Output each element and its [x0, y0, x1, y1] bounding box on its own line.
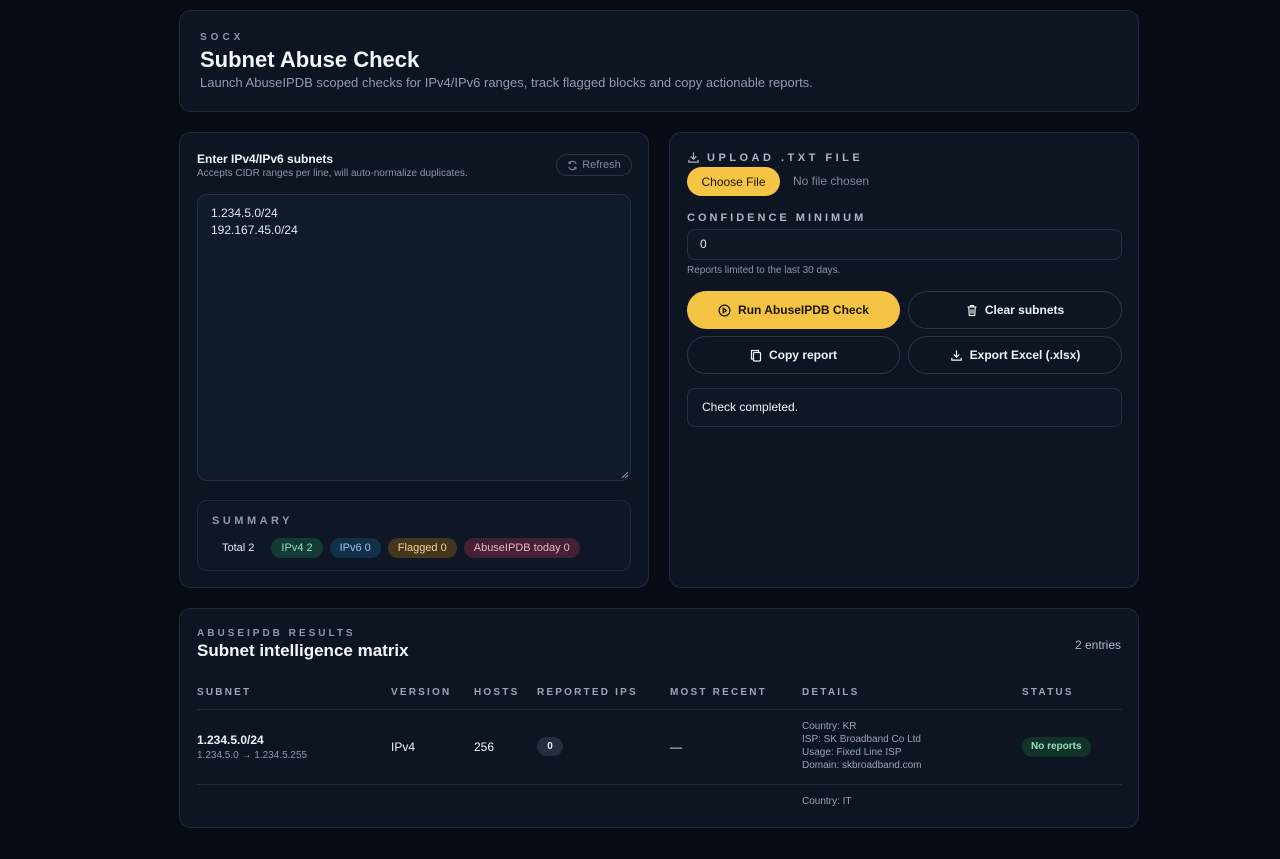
clear-subnets-label: Clear subnets [984, 303, 1065, 317]
check-status-message: Check completed. [687, 388, 1122, 427]
detail-isp: ISP: SK Broadband Co Ltd [802, 734, 921, 745]
status-cell: No reports [1022, 737, 1091, 757]
reported-ips-cell: 0 [537, 737, 563, 756]
table-row[interactable]: Country: IT [197, 785, 1122, 859]
ipv4-count-badge: IPv4 2 [271, 538, 323, 558]
subnet-range: 1.234.5.0 → 1.234.5.255 [197, 750, 308, 761]
results-table-header: SUBNET VERSION HOSTS REPORTED IPS MOST R… [197, 687, 1122, 710]
results-title: Subnet intelligence matrix [197, 641, 409, 660]
copy-report-button[interactable]: Copy report [687, 336, 900, 374]
choose-file-button[interactable]: Choose File [687, 167, 780, 196]
column-header-hosts[interactable]: HOSTS [474, 687, 519, 698]
export-excel-label: Export Excel (.xlsx) [969, 348, 1081, 362]
summary-heading: SUMMARY [212, 515, 293, 527]
detail-domain: Domain: skbroadband.com [802, 760, 922, 771]
page-header: SOCX Subnet Abuse Check Launch AbuseIPDB… [179, 10, 1139, 112]
status-badge: No reports [1022, 737, 1091, 757]
subnet-textarea[interactable]: 1.234.5.0/24 192.167.45.0/24 [197, 194, 631, 481]
refresh-button[interactable]: Refresh [556, 154, 632, 176]
clear-subnets-button[interactable]: Clear subnets [908, 291, 1122, 329]
confidence-help: Reports limited to the last 30 days. [687, 265, 841, 276]
detail-usage: Usage: Fixed Line ISP [802, 747, 902, 758]
page-subtitle: Launch AbuseIPDB scoped checks for IPv4/… [200, 75, 813, 90]
results-panel: ABUSEIPDB RESULTS Subnet intelligence ma… [179, 608, 1139, 828]
file-status-text: No file chosen [793, 174, 870, 188]
column-header-subnet[interactable]: SUBNET [197, 687, 251, 698]
column-header-version[interactable]: VERSION [391, 687, 451, 698]
column-header-details[interactable]: DETAILS [802, 687, 859, 698]
refresh-label: Refresh [582, 159, 621, 171]
download-icon [687, 151, 700, 164]
most-recent-cell: — [670, 740, 682, 754]
subnet-line: 192.167.45.0/24 [211, 223, 298, 237]
hosts-cell: 256 [474, 740, 495, 754]
resize-handle-icon[interactable] [621, 471, 628, 478]
refresh-icon [567, 160, 578, 171]
subnet-cidr: 1.234.5.0/24 [197, 733, 264, 747]
subnet-input-help: Accepts CIDR ranges per line, will auto-… [197, 168, 468, 179]
play-icon [718, 304, 731, 317]
copy-report-label: Copy report [768, 348, 837, 362]
results-eyebrow: ABUSEIPDB RESULTS [197, 628, 356, 639]
subnet-input-label: Enter IPv4/IPv6 subnets [197, 152, 334, 166]
summary-box: SUMMARY Total 2 IPv4 2 IPv6 0 Flagged 0 … [197, 500, 631, 571]
subnet-input-panel: Enter IPv4/IPv6 subnets Accepts CIDR ran… [179, 132, 649, 588]
check-controls-panel: UPLOAD .TXT FILE Choose File No file cho… [669, 132, 1139, 588]
version-cell: IPv4 [391, 740, 416, 754]
trash-icon [966, 304, 978, 317]
ipv6-count-badge: IPv6 0 [329, 538, 381, 558]
detail-country: Country: IT [802, 796, 852, 807]
export-excel-button[interactable]: Export Excel (.xlsx) [908, 336, 1122, 374]
upload-heading: UPLOAD .TXT FILE [687, 151, 863, 164]
column-header-reported-ips[interactable]: REPORTED IPS [537, 687, 638, 698]
confidence-input[interactable]: 0 [687, 229, 1122, 260]
details-cell: Country: IT [802, 795, 851, 808]
abuseipdb-today-badge: AbuseIPDB today 0 [463, 538, 580, 558]
entries-count: 2 entries [1074, 638, 1121, 652]
download-icon [950, 349, 963, 362]
detail-country: Country: KR [802, 721, 857, 732]
confidence-label: CONFIDENCE MINIMUM [687, 212, 867, 224]
table-row[interactable]: 1.234.5.0/24 1.234.5.0 → 1.234.5.255 IPv… [197, 710, 1122, 785]
column-header-status[interactable]: STATUS [1022, 687, 1074, 698]
reported-count-badge: 0 [537, 737, 563, 756]
run-check-button[interactable]: Run AbuseIPDB Check [687, 291, 900, 329]
total-count-badge: Total 2 [222, 542, 255, 554]
page-title: Subnet Abuse Check [200, 47, 420, 72]
details-cell: Country: KR ISP: SK Broadband Co Ltd Usa… [802, 720, 922, 772]
column-header-most-recent[interactable]: MOST RECENT [670, 687, 767, 698]
run-check-label: Run AbuseIPDB Check [738, 303, 869, 317]
brand-eyebrow: SOCX [200, 32, 245, 43]
copy-icon [750, 349, 762, 362]
flagged-count-badge: Flagged 0 [387, 538, 457, 558]
subnet-cell: 1.234.5.0/24 1.234.5.0 → 1.234.5.255 [197, 733, 307, 761]
upload-heading-label: UPLOAD .TXT FILE [707, 151, 864, 164]
subnet-line: 1.234.5.0/24 [211, 206, 278, 220]
